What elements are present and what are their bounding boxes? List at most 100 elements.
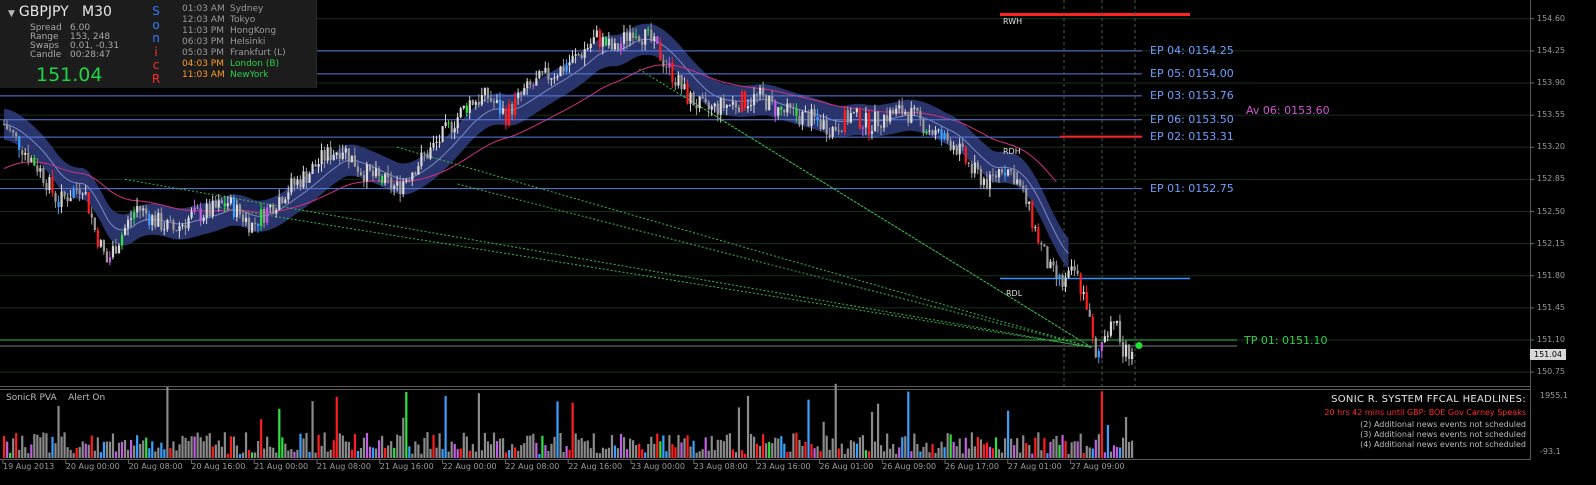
volume-bar xyxy=(220,446,223,458)
volume-bar xyxy=(577,439,580,458)
candle-body xyxy=(976,162,979,170)
volume-bar xyxy=(916,444,919,458)
y-tick-label: 151.10 xyxy=(1537,335,1565,345)
candle-body xyxy=(1043,244,1046,247)
candle-body xyxy=(347,148,350,163)
candle-body xyxy=(450,122,453,133)
volume-bar xyxy=(320,445,323,458)
volume-bar xyxy=(740,450,744,458)
x-tick-label: 22 Aug 16:00 xyxy=(568,462,623,471)
collapse-icon[interactable]: ▼ xyxy=(8,9,15,19)
candle-body xyxy=(789,103,792,108)
candle-body xyxy=(647,29,650,31)
volume-bar xyxy=(780,436,783,458)
volume-bar xyxy=(57,405,60,458)
volume-bar xyxy=(429,448,432,458)
volume-bar xyxy=(849,440,852,458)
volume-bar xyxy=(483,432,487,458)
volume-bar xyxy=(105,441,109,458)
candle-body xyxy=(777,107,780,116)
volume-bar xyxy=(864,450,868,458)
volume-bar xyxy=(296,449,299,458)
volume-bar xyxy=(27,453,30,458)
candle-body xyxy=(517,92,520,99)
volume-bar xyxy=(892,443,895,458)
volume-bar xyxy=(84,443,87,458)
volume-bar xyxy=(876,403,880,458)
candle-body xyxy=(698,96,701,109)
volume-bar xyxy=(619,433,623,458)
candle-body xyxy=(910,107,913,123)
volume-bar xyxy=(344,441,347,458)
volume-bar xyxy=(958,438,961,458)
volume-bar xyxy=(701,449,704,458)
candle-body xyxy=(48,177,51,191)
volume-bar xyxy=(447,451,450,458)
volume-bar xyxy=(302,438,305,458)
sonic-letter: R xyxy=(151,71,161,86)
ep-level-label: EP 05: 0154.00 xyxy=(1150,66,1234,80)
ep-level-label: EP 03: 0153.76 xyxy=(1150,88,1234,102)
candle-body xyxy=(765,95,768,110)
volume-bar xyxy=(635,445,638,458)
candle-body xyxy=(532,85,535,87)
candle-body xyxy=(889,109,892,122)
candle-body xyxy=(985,178,989,189)
candle-body xyxy=(644,29,647,45)
candle-body xyxy=(63,191,66,197)
volume-bar xyxy=(789,451,792,458)
candle-body xyxy=(810,109,813,126)
volume-bar xyxy=(75,447,78,458)
candle-body xyxy=(414,172,417,175)
session-time: 11:03 PM xyxy=(182,26,224,36)
candle-body xyxy=(792,107,795,109)
volume-bar xyxy=(889,448,892,458)
volume-bar xyxy=(362,437,366,458)
candle-body xyxy=(211,200,214,217)
volume-bar xyxy=(1067,453,1070,458)
volume-bar xyxy=(737,407,741,458)
volume-bar xyxy=(166,386,169,458)
candle-body xyxy=(90,213,93,218)
candle-body xyxy=(175,230,178,232)
candle-body xyxy=(78,189,81,194)
volume-bar xyxy=(1007,410,1010,458)
volume-bar xyxy=(517,450,520,458)
volume-bar xyxy=(299,433,302,458)
candle-body xyxy=(226,203,229,207)
news-item: (4) Additional news events not scheduled xyxy=(1360,440,1526,449)
volume-bar xyxy=(686,435,689,458)
candle-body xyxy=(60,191,63,207)
candle-body xyxy=(57,201,60,207)
x-tick-label: 26 Aug 17:00 xyxy=(945,462,999,471)
candle-body xyxy=(30,157,33,162)
volume-bar xyxy=(426,432,429,458)
candle-body xyxy=(335,152,338,155)
candle-body xyxy=(114,246,118,254)
candle-body xyxy=(659,43,662,61)
volume-bar xyxy=(384,447,387,458)
candle-body xyxy=(722,98,725,108)
x-tick-label: 21 Aug 00:00 xyxy=(254,462,309,471)
candle-body xyxy=(583,49,586,59)
candle-body xyxy=(610,38,614,50)
volume-bar xyxy=(396,434,399,458)
volume-bar xyxy=(843,453,846,458)
candle-body xyxy=(961,143,964,147)
candle-body xyxy=(973,162,976,174)
symbol-title: ▼ GBPJPY M30 xyxy=(8,4,112,20)
volume-bar xyxy=(202,441,205,458)
volume-bar xyxy=(1061,435,1064,458)
candle-body xyxy=(1082,291,1085,295)
candle-body xyxy=(964,146,967,163)
volume-bar xyxy=(205,435,208,458)
volume-bar xyxy=(63,432,66,458)
volume-bar xyxy=(523,443,526,458)
candle-body xyxy=(574,54,577,56)
candle-body xyxy=(994,175,998,178)
candle-body xyxy=(275,209,278,214)
candle-body xyxy=(937,129,940,131)
candle-body xyxy=(967,162,970,165)
volume-bar xyxy=(148,448,151,458)
volume-bar xyxy=(21,435,24,458)
